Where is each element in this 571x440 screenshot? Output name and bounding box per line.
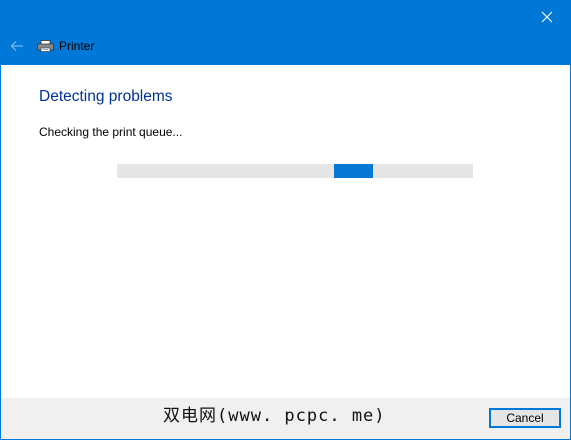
- progress-indicator: [334, 164, 374, 178]
- close-button[interactable]: [524, 1, 570, 33]
- cancel-button[interactable]: Cancel: [489, 408, 561, 428]
- back-button[interactable]: [7, 36, 27, 56]
- page-heading: Detecting problems: [39, 88, 173, 105]
- troubleshooter-window: Printer Detecting problems Checking the …: [0, 0, 571, 440]
- footer-bar: 双电网(www. pcpc. me) Cancel: [1, 398, 570, 439]
- back-arrow-icon: [10, 41, 23, 51]
- printer-icon: [37, 40, 54, 52]
- window-title: Printer: [59, 39, 95, 53]
- title-bar: Printer: [1, 1, 570, 65]
- status-text: Checking the print queue...: [39, 125, 183, 139]
- close-icon: [541, 11, 553, 23]
- progress-bar: [117, 164, 473, 178]
- watermark-text: 双电网(www. pcpc. me): [163, 406, 386, 426]
